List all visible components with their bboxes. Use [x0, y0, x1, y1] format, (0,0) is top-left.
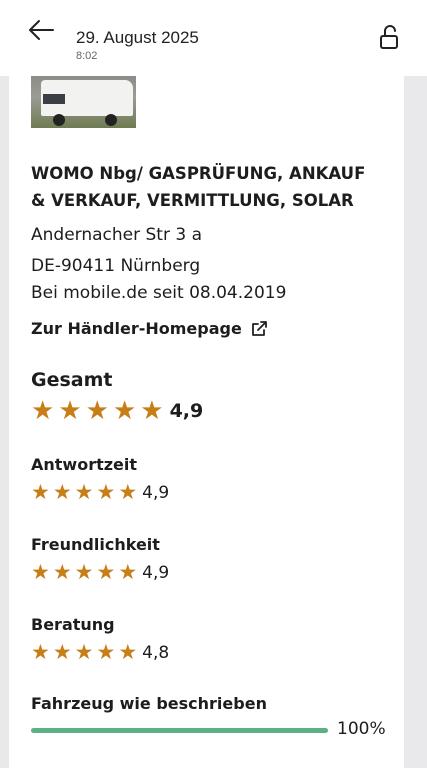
- star-icon: ★: [96, 480, 116, 504]
- lock-button[interactable]: [378, 24, 402, 52]
- overall-rating: ★ ★ ★ ★ ★ 4,9: [31, 398, 203, 424]
- dealer-city: DE-90411 Nürnberg: [31, 256, 201, 276]
- rating-advice: ★ ★ ★ ★ ★ 4,8: [31, 642, 169, 663]
- overall-rating-value: 4,9: [169, 400, 204, 422]
- dealer-since: Bei mobile.de seit 08.04.2019: [31, 283, 287, 303]
- dealer-name: WOMO Nbg/ GASPRÜFUNG, ANKAUF & VERKAUF, …: [31, 164, 366, 210]
- rating-value-friendliness: 4,9: [142, 562, 170, 583]
- star-icon: ★: [96, 560, 116, 584]
- star-icon: ★: [31, 640, 50, 664]
- described-progress-bar: [31, 728, 328, 733]
- star-icon: ★: [74, 480, 94, 504]
- dealer-image[interactable]: [31, 76, 136, 128]
- star-icon: ★: [74, 560, 94, 584]
- dealer-street: Andernacher Str 3 a: [31, 225, 202, 245]
- rating-title-friendliness: Freundlichkeit: [31, 535, 160, 554]
- star-icon: ★: [31, 480, 50, 504]
- rating-response-time: ★ ★ ★ ★ ★ 4,9: [31, 482, 169, 503]
- star-icon: ★: [74, 640, 94, 664]
- dealer-card: WOMO Nbg/ GASPRÜFUNG, ANKAUF & VERKAUF, …: [9, 76, 404, 768]
- described-title: Fahrzeug wie beschrieben: [31, 694, 267, 713]
- advice-stars: ★ ★ ★ ★ ★: [31, 642, 140, 663]
- star-icon: ★: [118, 640, 138, 664]
- star-icon: ★: [52, 640, 72, 664]
- rating-value-advice: 4,8: [142, 642, 170, 663]
- response-time-stars: ★ ★ ★ ★ ★: [31, 482, 140, 503]
- star-icon: ★: [31, 560, 50, 584]
- star-icon: ★: [31, 396, 55, 426]
- header-date: 29. August 2025: [76, 28, 199, 47]
- dealer-homepage-link[interactable]: Zur Händler-Homepage: [31, 319, 268, 338]
- star-icon: ★: [118, 480, 138, 504]
- star-icon: ★: [52, 480, 72, 504]
- rating-value-response-time: 4,9: [142, 482, 170, 503]
- star-icon: ★: [112, 396, 137, 426]
- described-progress-fill: [31, 728, 328, 733]
- described-percent: 100%: [337, 719, 386, 739]
- unlock-icon: [380, 25, 398, 49]
- star-icon: ★: [52, 560, 72, 584]
- star-icon: ★: [85, 396, 109, 426]
- star-icon: ★: [58, 396, 82, 426]
- friendliness-stars: ★ ★ ★ ★ ★: [31, 562, 140, 583]
- dealer-homepage-label: Zur Händler-Homepage: [31, 319, 242, 338]
- overall-rating-title: Gesamt: [31, 369, 113, 391]
- star-icon: ★: [96, 640, 116, 664]
- external-link-icon: [251, 320, 267, 336]
- arrow-left-icon: [29, 20, 54, 40]
- back-button[interactable]: [26, 16, 58, 44]
- star-icon: ★: [140, 396, 164, 426]
- header-time: 8:02: [76, 50, 98, 62]
- rating-friendliness: ★ ★ ★ ★ ★ 4,9: [31, 562, 169, 583]
- overall-stars: ★ ★ ★ ★ ★: [31, 398, 168, 424]
- rating-title-advice: Beratung: [31, 615, 115, 634]
- star-icon: ★: [118, 560, 138, 584]
- rating-title-response-time: Antwortzeit: [31, 455, 138, 474]
- top-bar: 29. August 2025 8:02: [0, 0, 427, 76]
